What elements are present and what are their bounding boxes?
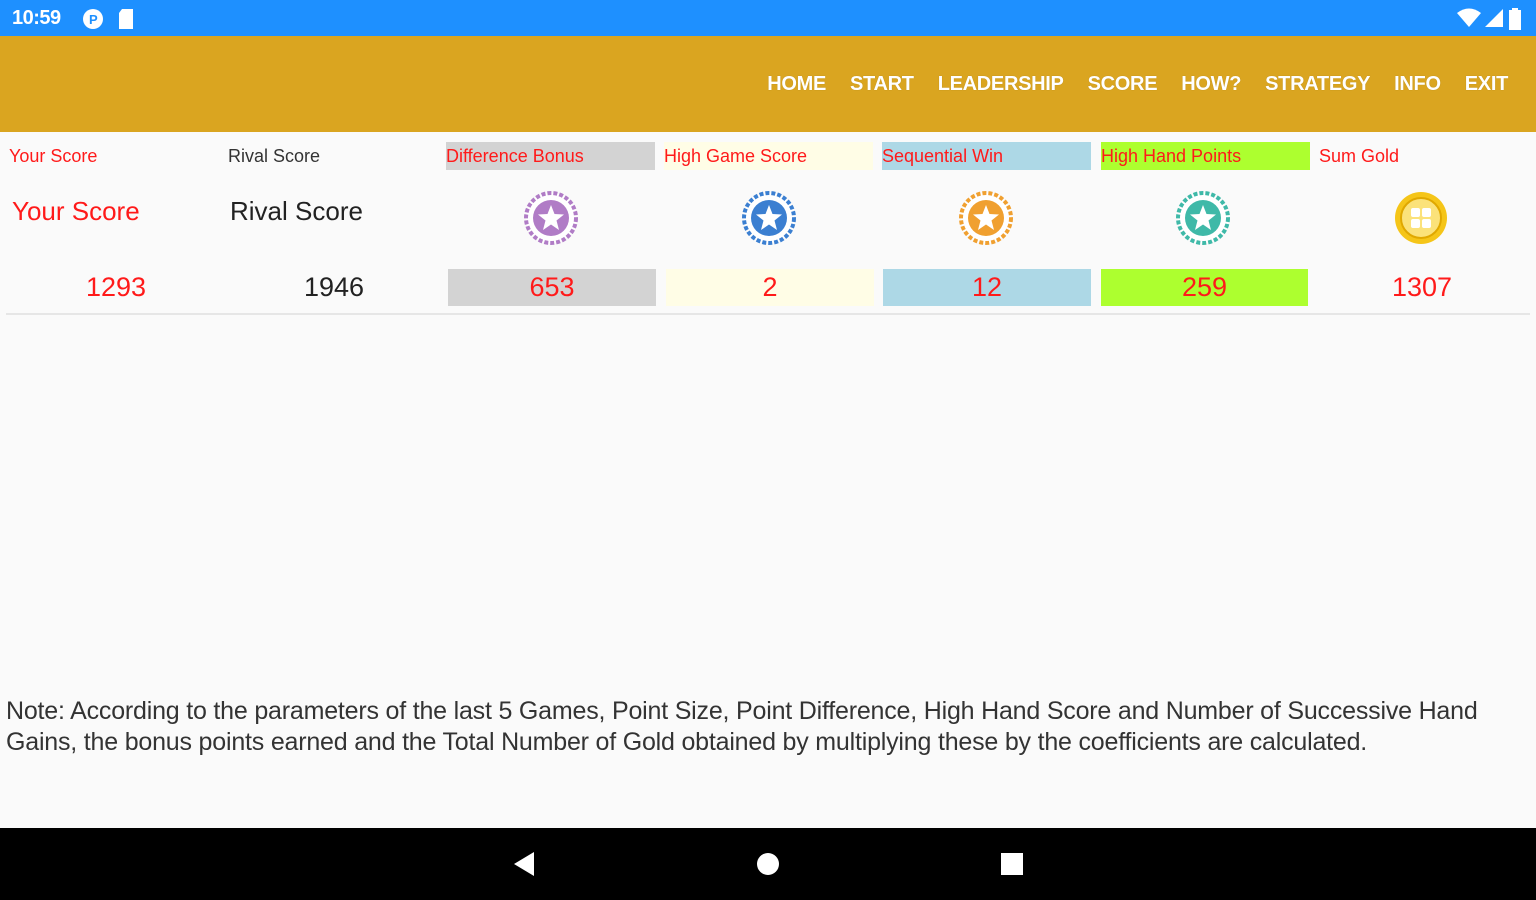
row-divider: [6, 313, 1530, 315]
status-time: 10:59: [12, 7, 61, 29]
nav-start[interactable]: START: [838, 73, 926, 96]
star-badge-orange-icon: [958, 190, 1014, 246]
value-high-hand-points: 259: [1101, 269, 1308, 306]
value-difference-bonus: 653: [448, 269, 656, 306]
header-sequential-win: Sequential Win: [882, 142, 1091, 170]
system-nav-bar: [0, 828, 1536, 900]
gold-coin-icon: [1393, 190, 1449, 246]
notification-p-icon: P: [82, 8, 104, 35]
nav-info[interactable]: INFO: [1382, 73, 1453, 96]
battery-icon: [1508, 8, 1522, 35]
nav-strategy[interactable]: STRATEGY: [1253, 73, 1382, 96]
back-icon[interactable]: [512, 850, 536, 883]
nav-score[interactable]: SCORE: [1076, 73, 1170, 96]
top-nav: HOME START LEADERSHIP SCORE HOW? STRATEG…: [755, 36, 1520, 132]
nav-how[interactable]: HOW?: [1169, 73, 1253, 96]
app-screen: 10:59 P HOME START LEADERSHIP SCORE HOW?…: [0, 0, 1536, 900]
sd-card-icon: [117, 8, 135, 35]
status-bar: 10:59 P: [0, 0, 1536, 36]
value-sequential-win: 12: [883, 269, 1091, 306]
value-high-game-score: 2: [666, 269, 874, 306]
nav-leadership[interactable]: LEADERSHIP: [926, 73, 1076, 96]
cell-signal-icon: [1484, 8, 1504, 33]
header-your-score: Your Score: [9, 146, 98, 166]
home-icon[interactable]: [755, 850, 781, 883]
value-sum-gold: 1307: [1391, 272, 1453, 302]
star-badge-teal-icon: [1175, 190, 1231, 246]
note-text: Note: According to the parameters of the…: [6, 697, 1478, 756]
star-badge-purple-icon: [523, 190, 579, 246]
nav-home[interactable]: HOME: [755, 73, 838, 96]
value-your-score: 1293: [85, 272, 147, 302]
header-high-hand-points: High Hand Points: [1101, 142, 1310, 170]
svg-text:P: P: [89, 12, 98, 27]
star-badge-blue-icon: [741, 190, 797, 246]
recents-icon[interactable]: [999, 850, 1025, 883]
label-your-score: Your Score: [12, 196, 140, 226]
label-rival-score: Rival Score: [230, 196, 363, 226]
header-high-game-score: High Game Score: [664, 142, 873, 170]
score-content: Your Score Rival Score Difference Bonus …: [0, 132, 1536, 828]
header-sum-gold: Sum Gold: [1319, 146, 1400, 166]
app-bar: HOME START LEADERSHIP SCORE HOW? STRATEG…: [0, 36, 1536, 132]
header-rival-score: Rival Score: [228, 146, 321, 166]
wifi-icon: [1456, 8, 1482, 33]
nav-exit[interactable]: EXIT: [1453, 73, 1520, 96]
value-rival-score: 1946: [303, 272, 365, 302]
header-difference-bonus: Difference Bonus: [446, 142, 655, 170]
